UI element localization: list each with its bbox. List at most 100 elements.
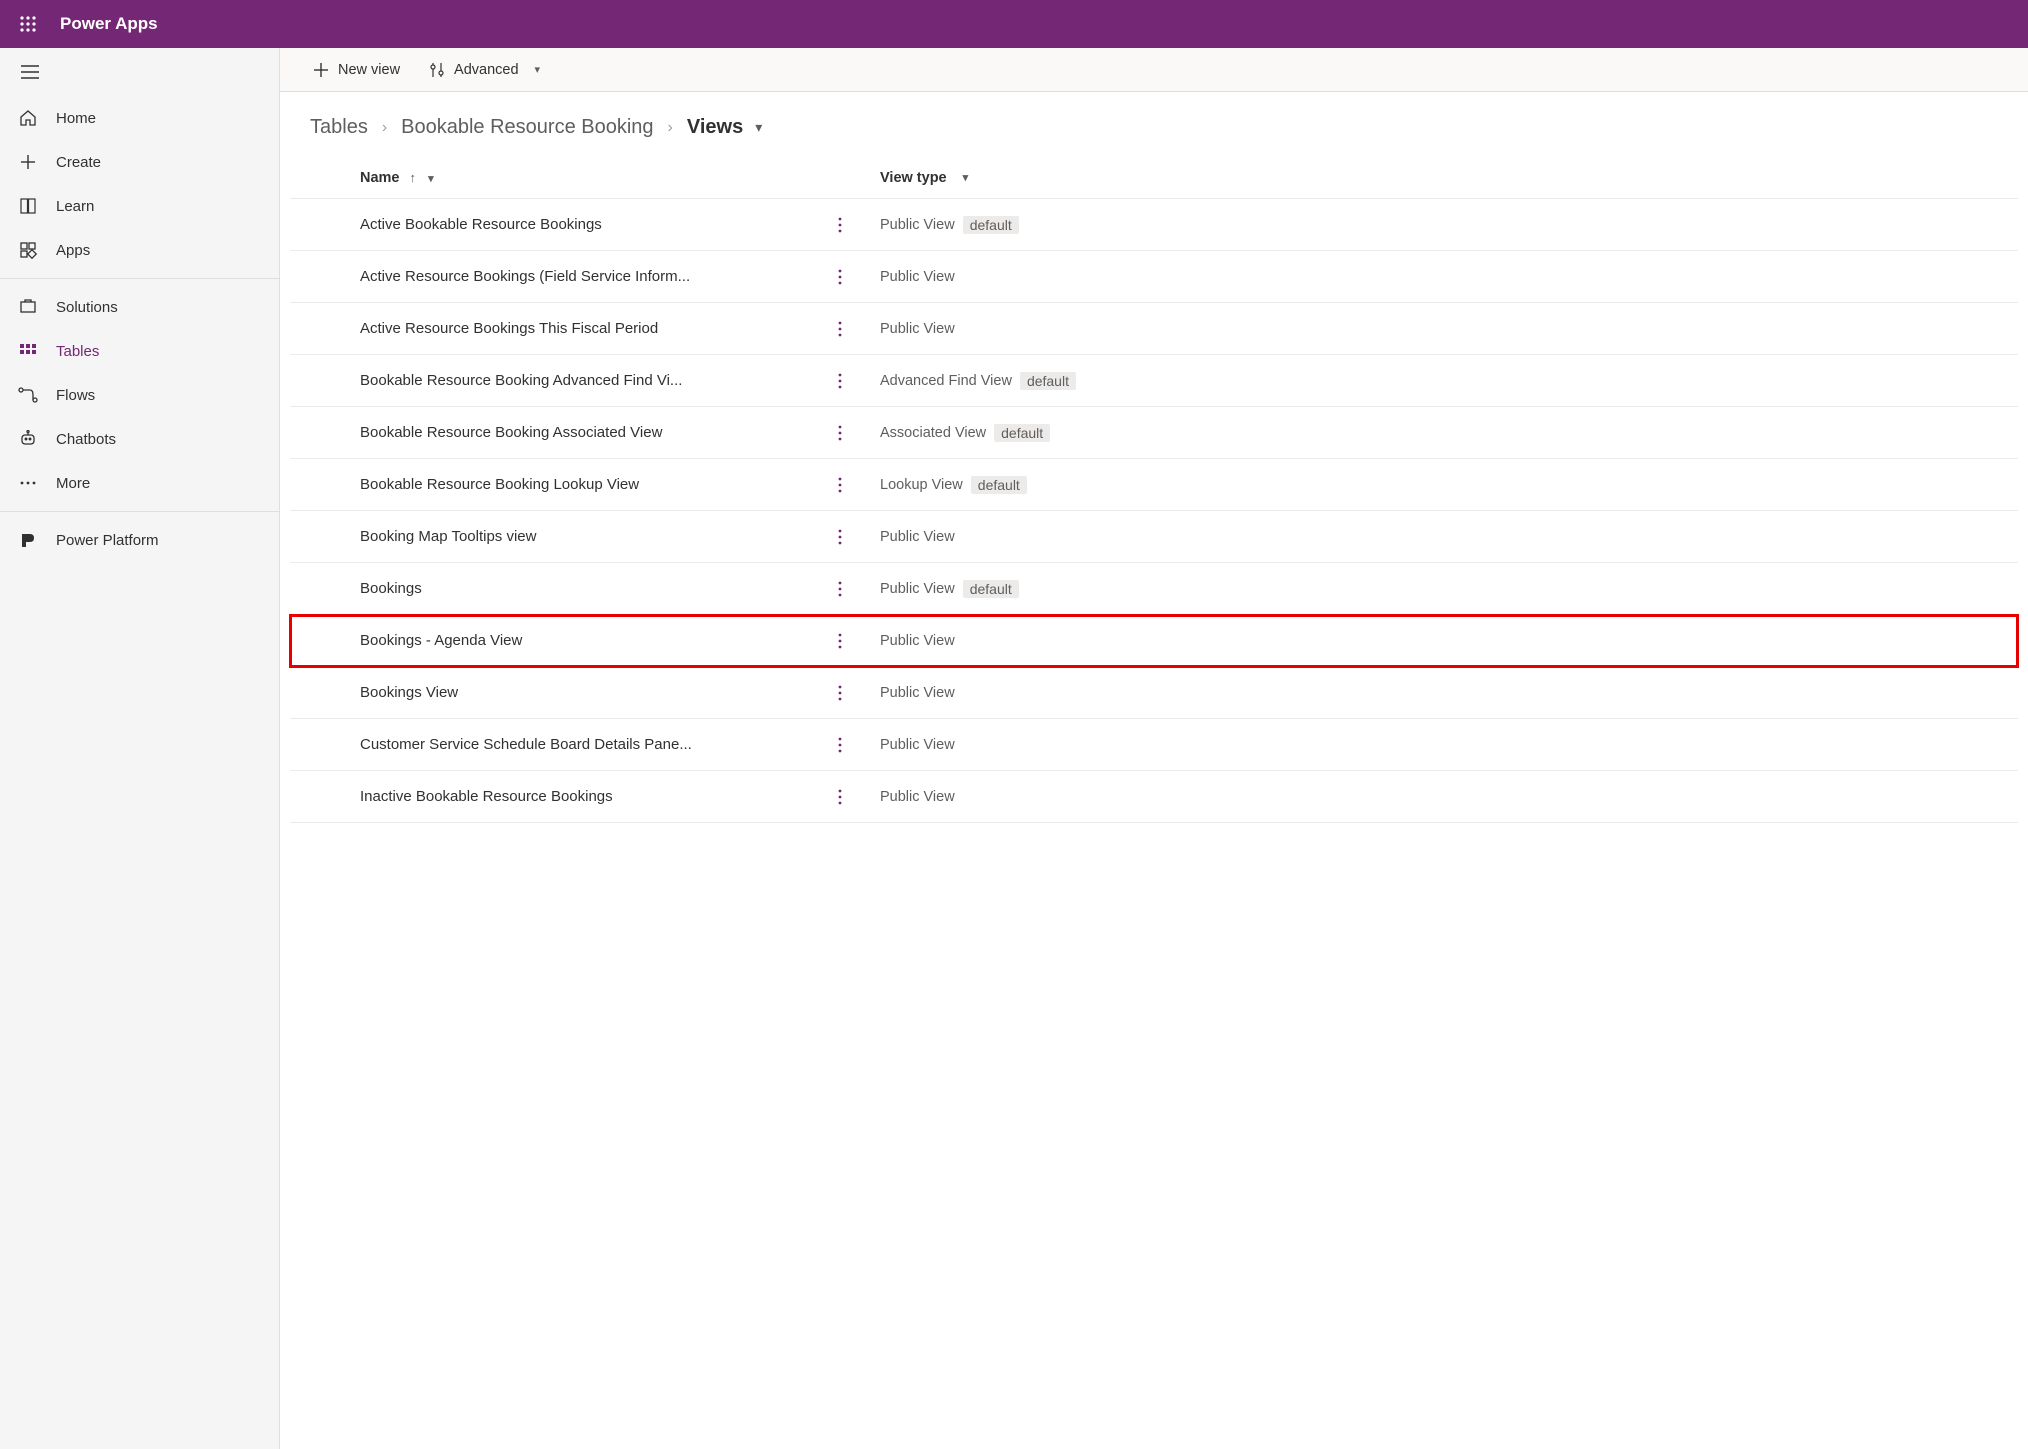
table-row[interactable]: Booking Map Tooltips viewPublic View: [290, 511, 2018, 563]
breadcrumb-item-current[interactable]: Views: [687, 116, 743, 139]
sidebar-item-label: More: [56, 475, 90, 492]
sidebar: Home Create Learn Apps Solutions Tables Flows…: [0, 48, 280, 1449]
sidebar-item-home[interactable]: Home: [0, 96, 279, 140]
view-name-link[interactable]: Bookings View: [350, 684, 820, 701]
sidebar-item-label: Apps: [56, 242, 90, 259]
kebab-icon: [838, 581, 842, 597]
sidebar-item-power-platform[interactable]: Power Platform: [0, 518, 279, 562]
view-name-link[interactable]: Active Resource Bookings (Field Service …: [350, 268, 820, 285]
chevron-down-icon[interactable]: ▾: [755, 119, 762, 136]
sidebar-item-label: Flows: [56, 387, 95, 404]
table-row[interactable]: Active Bookable Resource BookingsPublic …: [290, 199, 2018, 251]
top-bar: Power Apps: [0, 0, 2028, 48]
table-row[interactable]: Bookings ViewPublic View: [290, 667, 2018, 719]
sidebar-item-label: Chatbots: [56, 431, 116, 448]
waffle-icon: [20, 16, 36, 32]
view-name-link[interactable]: Inactive Bookable Resource Bookings: [350, 788, 820, 805]
kebab-icon: [838, 321, 842, 337]
row-actions-button[interactable]: [838, 789, 842, 805]
hamburger-button[interactable]: [14, 56, 46, 88]
sidebar-item-flows[interactable]: Flows: [0, 373, 279, 417]
table-row[interactable]: Customer Service Schedule Board Details …: [290, 719, 2018, 771]
view-name-link[interactable]: Active Resource Bookings This Fiscal Per…: [350, 320, 820, 337]
sidebar-item-apps[interactable]: Apps: [0, 228, 279, 272]
row-actions-button[interactable]: [838, 737, 842, 753]
sidebar-item-label: Solutions: [56, 299, 118, 316]
app-launcher-button[interactable]: [10, 6, 46, 42]
column-header-name[interactable]: Name ↑ ▾: [350, 170, 820, 186]
sidebar-item-label: Home: [56, 110, 96, 127]
breadcrumb-item-tables[interactable]: Tables: [310, 116, 368, 139]
row-actions-button[interactable]: [838, 373, 842, 389]
table-row[interactable]: Bookable Resource Booking Advanced Find …: [290, 355, 2018, 407]
plus-icon: [18, 152, 38, 172]
sidebar-item-tables[interactable]: Tables: [0, 329, 279, 373]
row-actions-button[interactable]: [838, 581, 842, 597]
nav-divider: [0, 511, 279, 512]
kebab-icon: [838, 685, 842, 701]
advanced-button[interactable]: Advanced ▾: [420, 53, 548, 87]
view-name-link[interactable]: Booking Map Tooltips view: [350, 528, 820, 545]
row-actions-button[interactable]: [838, 477, 842, 493]
view-type-cell: Public View: [860, 269, 1220, 285]
view-name-link[interactable]: Customer Service Schedule Board Details …: [350, 736, 820, 753]
row-actions-button[interactable]: [838, 425, 842, 441]
sidebar-item-create[interactable]: Create: [0, 140, 279, 184]
nav-divider: [0, 278, 279, 279]
hamburger-icon: [21, 65, 39, 79]
row-actions-button[interactable]: [838, 217, 842, 233]
sidebar-item-more[interactable]: More: [0, 461, 279, 505]
row-actions-button[interactable]: [838, 685, 842, 701]
breadcrumb-separator: ›: [382, 119, 387, 137]
chevron-down-icon: ▾: [428, 173, 434, 185]
kebab-icon: [838, 217, 842, 233]
column-header-type[interactable]: View type ▾: [860, 170, 1220, 186]
default-badge: default: [1020, 372, 1076, 390]
chevron-down-icon: ▾: [535, 63, 541, 76]
default-badge: default: [994, 424, 1050, 442]
flows-icon: [18, 385, 38, 405]
row-actions-button[interactable]: [838, 269, 842, 285]
sidebar-item-label: Create: [56, 154, 101, 171]
view-type-cell: Public View: [860, 789, 1220, 805]
table-row[interactable]: Active Resource Bookings (Field Service …: [290, 251, 2018, 303]
table-row[interactable]: Bookable Resource Booking Lookup ViewLoo…: [290, 459, 2018, 511]
view-type-cell: Public Viewdefault: [860, 580, 1220, 598]
sidebar-item-label: Tables: [56, 343, 99, 360]
sidebar-item-learn[interactable]: Learn: [0, 184, 279, 228]
table-header: Name ↑ ▾ View type ▾: [290, 157, 2018, 199]
new-view-button[interactable]: New view: [304, 53, 408, 87]
view-name-link[interactable]: Bookings - Agenda View: [350, 632, 820, 649]
app-title: Power Apps: [60, 14, 158, 34]
default-badge: default: [963, 580, 1019, 598]
table-row[interactable]: Active Resource Bookings This Fiscal Per…: [290, 303, 2018, 355]
sidebar-item-solutions[interactable]: Solutions: [0, 285, 279, 329]
view-name-link[interactable]: Bookable Resource Booking Associated Vie…: [350, 424, 820, 441]
view-type-cell: Public View: [860, 737, 1220, 753]
kebab-icon: [838, 373, 842, 389]
view-name-link[interactable]: Bookable Resource Booking Advanced Find …: [350, 372, 820, 389]
table-row[interactable]: Inactive Bookable Resource Bookings Publi…: [290, 771, 2018, 823]
view-name-link[interactable]: Bookable Resource Booking Lookup View: [350, 476, 820, 493]
row-actions-button[interactable]: [838, 633, 842, 649]
tables-icon: [18, 341, 38, 361]
table-row[interactable]: Bookings Public Viewdefault: [290, 563, 2018, 615]
chevron-down-icon: ▾: [963, 171, 969, 184]
table-row[interactable]: Bookable Resource Booking Associated Vie…: [290, 407, 2018, 459]
row-actions-button[interactable]: [838, 529, 842, 545]
default-badge: default: [971, 476, 1027, 494]
breadcrumb-item-entity[interactable]: Bookable Resource Booking: [401, 116, 653, 139]
new-view-label: New view: [338, 62, 400, 78]
plus-icon: [312, 61, 330, 79]
sliders-icon: [428, 61, 446, 79]
view-name-link[interactable]: Active Bookable Resource Bookings: [350, 216, 820, 233]
view-type-cell: Advanced Find Viewdefault: [860, 372, 1220, 390]
breadcrumb: Tables › Bookable Resource Booking › Vie…: [280, 92, 2028, 157]
row-actions-button[interactable]: [838, 321, 842, 337]
view-type-cell: Associated Viewdefault: [860, 424, 1220, 442]
sidebar-item-chatbots[interactable]: Chatbots: [0, 417, 279, 461]
sidebar-item-label: Learn: [56, 198, 94, 215]
solutions-icon: [18, 297, 38, 317]
table-row[interactable]: Bookings - Agenda ViewPublic View: [290, 615, 2018, 667]
view-name-link[interactable]: Bookings: [350, 580, 820, 597]
